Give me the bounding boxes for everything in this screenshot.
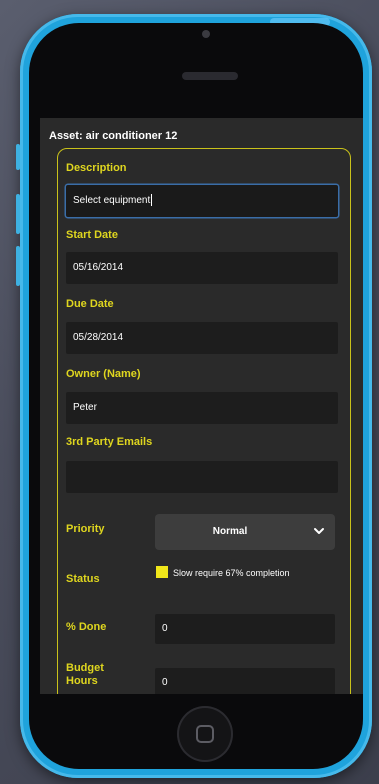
- volume-down-button: [16, 246, 20, 286]
- priority-label: Priority: [66, 523, 105, 535]
- asset-title: Asset: air conditioner 12: [49, 130, 178, 142]
- status-label: Status: [66, 573, 100, 585]
- budget-hours-field[interactable]: 0: [155, 668, 335, 694]
- third-party-emails-label: 3rd Party Emails: [66, 436, 153, 448]
- description-field[interactable]: Select equipment: [66, 185, 338, 217]
- status-text: Slow require 67% completion: [173, 568, 290, 578]
- budget-hours-label: Budget Hours: [66, 662, 104, 687]
- earpiece-speaker: [182, 72, 238, 80]
- priority-select[interactable]: Normal: [155, 514, 335, 550]
- front-camera-icon: [202, 30, 210, 38]
- owner-label: Owner (Name): [66, 368, 141, 380]
- start-date-label: Start Date: [66, 229, 118, 241]
- percent-done-field[interactable]: 0: [155, 614, 335, 644]
- chevron-down-icon: [314, 528, 324, 534]
- home-square-icon: [196, 725, 214, 743]
- description-label: Description: [66, 162, 127, 174]
- app-screen: Asset: air conditioner 12 Description Se…: [40, 118, 363, 694]
- priority-value: Normal: [212, 526, 248, 537]
- third-party-emails-field[interactable]: [66, 461, 338, 493]
- owner-field[interactable]: Peter: [66, 392, 338, 424]
- due-date-field[interactable]: 05/28/2014: [66, 322, 338, 354]
- volume-up-button: [16, 194, 20, 234]
- percent-done-label: % Done: [66, 621, 107, 633]
- description-value: Select equipment: [73, 195, 151, 206]
- due-date-label: Due Date: [66, 298, 114, 310]
- mute-switch: [16, 144, 20, 170]
- start-date-field[interactable]: 05/16/2014: [66, 252, 338, 284]
- text-caret: [151, 194, 153, 207]
